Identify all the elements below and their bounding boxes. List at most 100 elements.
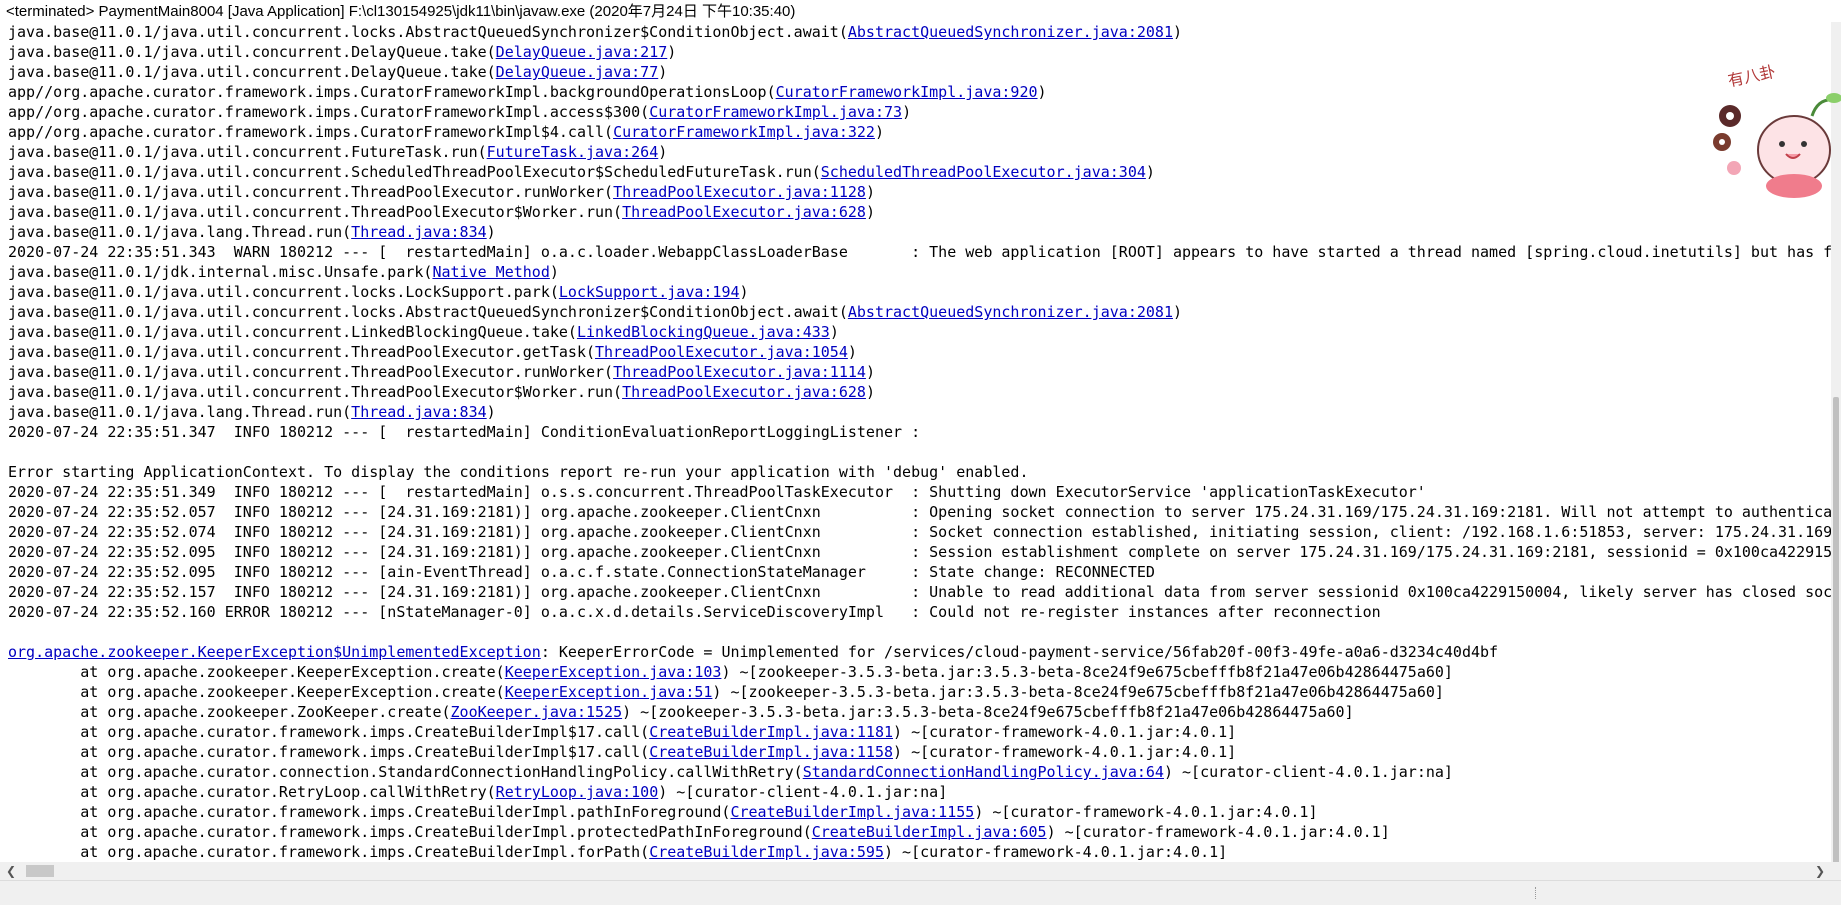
console-line: java.base@11.0.1/jdk.internal.misc.Unsaf…: [0, 262, 1831, 282]
source-link[interactable]: FutureTask.java:264: [487, 143, 659, 161]
console-line: at org.apache.zookeeper.KeeperException.…: [0, 662, 1831, 682]
console-line-suffix: ): [486, 223, 496, 241]
console-line-text: app//org.apache.curator.framework.imps.C…: [8, 83, 776, 101]
source-link[interactable]: ThreadPoolExecutor.java:1128: [613, 183, 866, 201]
source-link[interactable]: CuratorFrameworkImpl.java:322: [613, 123, 875, 141]
console-line: java.base@11.0.1/java.util.concurrent.Th…: [0, 202, 1831, 222]
console-line: app//org.apache.curator.framework.imps.C…: [0, 82, 1831, 102]
console-line: 2020-07-24 22:35:52.160 ERROR 180212 ---…: [0, 602, 1831, 622]
source-link[interactable]: CreateBuilderImpl.java:1181: [649, 723, 893, 741]
scroll-right-icon[interactable]: ❯: [1811, 862, 1829, 880]
console-line-suffix: ): [1037, 83, 1047, 101]
console-line-text: at org.apache.curator.framework.imps.Cre…: [8, 843, 650, 861]
source-link[interactable]: CreateBuilderImpl.java:605: [812, 823, 1047, 841]
source-link[interactable]: RetryLoop.java:100: [496, 783, 659, 801]
source-link[interactable]: KeeperException.java:103: [505, 663, 722, 681]
console-line-suffix: ) ~[curator-framework-4.0.1.jar:4.0.1]: [974, 803, 1318, 821]
console-line-suffix: ): [667, 43, 677, 61]
source-link[interactable]: LockSupport.java:194: [559, 283, 740, 301]
console-line-text: java.base@11.0.1/java.util.concurrent.Th…: [8, 343, 595, 361]
console-line-text: at org.apache.curator.framework.imps.Cre…: [8, 743, 650, 761]
console-line-suffix: ): [739, 283, 749, 301]
source-link[interactable]: Thread.java:834: [351, 403, 486, 421]
console-line: 2020-07-24 22:35:52.095 INFO 180212 --- …: [0, 542, 1831, 562]
console-line: java.base@11.0.1/java.util.concurrent.Th…: [0, 342, 1831, 362]
source-link[interactable]: Native Method: [432, 263, 549, 281]
console-output[interactable]: java.base@11.0.1/java.util.concurrent.lo…: [0, 22, 1831, 862]
console-line-text: 2020-07-24 22:35:52.095 INFO 180212 --- …: [8, 563, 1155, 581]
console-line: org.apache.zookeeper.KeeperException$Uni…: [0, 642, 1831, 662]
console-line-suffix: ) ~[zookeeper-3.5.3-beta.jar:3.5.3-beta-…: [721, 663, 1453, 681]
source-link[interactable]: DelayQueue.java:77: [496, 63, 659, 81]
source-link[interactable]: CreateBuilderImpl.java:1155: [730, 803, 974, 821]
sticker-body: [1766, 174, 1822, 198]
console-title: <terminated> PaymentMain8004 [Java Appli…: [0, 0, 1841, 24]
scroll-left-icon[interactable]: ❮: [2, 862, 20, 880]
console-line: java.base@11.0.1/java.util.concurrent.Th…: [0, 382, 1831, 402]
source-link[interactable]: ThreadPoolExecutor.java:628: [622, 383, 866, 401]
source-link[interactable]: KeeperException.java:51: [505, 683, 713, 701]
source-link[interactable]: StandardConnectionHandlingPolicy.java:64: [803, 763, 1164, 781]
console-line-text: java.base@11.0.1/java.util.concurrent.Th…: [8, 183, 614, 201]
source-link[interactable]: AbstractQueuedSynchronizer.java:2081: [848, 23, 1173, 41]
source-link[interactable]: AbstractQueuedSynchronizer.java:2081: [848, 303, 1173, 321]
console-line-suffix: ): [865, 183, 875, 201]
console-line: 2020-07-24 22:35:52.095 INFO 180212 --- …: [0, 562, 1831, 582]
console-line: java.base@11.0.1/java.lang.Thread.run(Th…: [0, 402, 1831, 422]
horizontal-scrollbar[interactable]: ❮ ❯: [0, 862, 1831, 880]
console-line-text: 2020-07-24 22:35:52.074 INFO 180212 --- …: [8, 523, 1831, 541]
console-line-text: 2020-07-24 22:35:52.057 INFO 180212 --- …: [8, 503, 1831, 521]
status-separator: [1535, 887, 1537, 899]
console-line: 2020-07-24 22:35:51.347 INFO 180212 --- …: [0, 422, 1831, 442]
console-line: java.base@11.0.1/java.util.concurrent.De…: [0, 42, 1831, 62]
source-link[interactable]: CuratorFrameworkImpl.java:73: [649, 103, 902, 121]
source-link[interactable]: ThreadPoolExecutor.java:1114: [613, 363, 866, 381]
console-line: at org.apache.zookeeper.ZooKeeper.create…: [0, 702, 1831, 722]
console-line-suffix: ) ~[curator-framework-4.0.1.jar:4.0.1]: [884, 843, 1228, 861]
console-line: 2020-07-24 22:35:52.157 INFO 180212 --- …: [0, 582, 1831, 602]
source-link[interactable]: LinkedBlockingQueue.java:433: [577, 323, 830, 341]
source-link[interactable]: CreateBuilderImpl.java:1158: [649, 743, 893, 761]
console-line-suffix: ): [1172, 303, 1183, 321]
console-line-text: at org.apache.curator.connection.Standar…: [8, 763, 803, 781]
console-line-text: at org.apache.curator.framework.imps.Cre…: [8, 823, 812, 841]
console-line: at org.apache.zookeeper.KeeperException.…: [0, 682, 1831, 702]
console-line: java.base@11.0.1/java.util.concurrent.Th…: [0, 362, 1831, 382]
console-line: Error starting ApplicationContext. To di…: [0, 462, 1831, 482]
source-link[interactable]: Thread.java:834: [351, 223, 486, 241]
console-line-suffix: ) ~[zookeeper-3.5.3-beta.jar:3.5.3-beta-…: [712, 683, 1444, 701]
source-link[interactable]: DelayQueue.java:217: [496, 43, 668, 61]
console-line-suffix: ) ~[curator-framework-4.0.1.jar:4.0.1]: [1046, 823, 1390, 841]
console-line-suffix: ): [549, 263, 559, 281]
source-link[interactable]: org.apache.zookeeper.KeeperException$Uni…: [8, 643, 541, 661]
console-line-text: app//org.apache.curator.framework.imps.C…: [8, 123, 614, 141]
console-line: at org.apache.curator.framework.imps.Cre…: [0, 722, 1831, 742]
console-line-text: java.base@11.0.1/java.util.concurrent.lo…: [8, 303, 848, 321]
console-line-suffix: ): [658, 143, 668, 161]
console-line-suffix: ): [865, 203, 875, 221]
console-line: at org.apache.curator.framework.imps.Cre…: [0, 742, 1831, 762]
source-link[interactable]: CreateBuilderImpl.java:595: [649, 843, 884, 861]
console-line-text: java.base@11.0.1/java.util.concurrent.De…: [8, 63, 496, 81]
sticker-caption: 有八卦: [1726, 62, 1777, 91]
console-line-text: at org.apache.curator.framework.imps.Cre…: [8, 723, 650, 741]
console-line: app//org.apache.curator.framework.imps.C…: [0, 122, 1831, 142]
console-line-suffix: ): [658, 63, 668, 81]
console-line-text: java.base@11.0.1/java.lang.Thread.run(: [8, 223, 352, 241]
console-line: 2020-07-24 22:35:52.057 INFO 180212 --- …: [0, 502, 1831, 522]
source-link[interactable]: ThreadPoolExecutor.java:628: [622, 203, 866, 221]
console-line-text: at org.apache.zookeeper.ZooKeeper.create…: [8, 703, 451, 721]
vertical-scroll-thumb[interactable]: [1833, 397, 1839, 875]
console-line-text: java.base@11.0.1/java.util.concurrent.lo…: [8, 283, 559, 301]
source-link[interactable]: ThreadPoolExecutor.java:1054: [595, 343, 848, 361]
console-line-suffix: ) ~[zookeeper-3.5.3-beta.jar:3.5.3-beta-…: [622, 703, 1354, 721]
source-link[interactable]: ScheduledThreadPoolExecutor.java:304: [821, 163, 1146, 181]
sticker-face: [1757, 115, 1831, 185]
console-line-text: java.base@11.0.1/java.lang.Thread.run(: [8, 403, 352, 421]
source-link[interactable]: ZooKeeper.java:1525: [451, 703, 623, 721]
console-line: java.base@11.0.1/java.util.concurrent.lo…: [0, 282, 1831, 302]
horizontal-scroll-thumb[interactable]: [26, 865, 54, 877]
source-link[interactable]: CuratorFrameworkImpl.java:920: [776, 83, 1038, 101]
console-line: 2020-07-24 22:35:52.074 INFO 180212 --- …: [0, 522, 1831, 542]
